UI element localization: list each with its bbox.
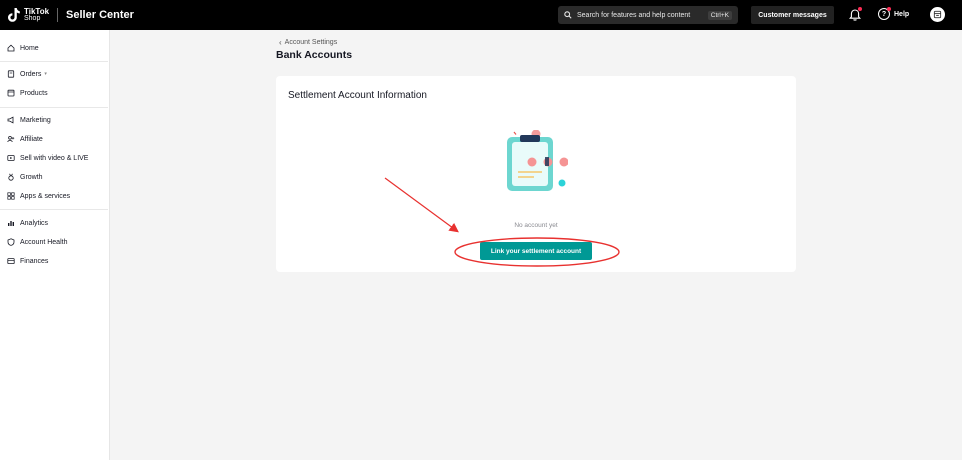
empty-state-text: No account yet <box>514 222 558 229</box>
sidebar-item-account-health[interactable]: Account Health <box>7 235 67 249</box>
settlement-account-card: Settlement Account Information No accoun… <box>276 76 796 272</box>
sidebar-item-label: Finances <box>20 257 49 265</box>
sidebar-item-label: Sell with video & LIVE <box>20 154 89 162</box>
search-icon <box>564 11 572 19</box>
top-bar: TikTok Shop Seller Center Search for fea… <box>0 0 962 30</box>
sidebar-divider <box>0 209 108 210</box>
products-icon <box>7 89 15 97</box>
chevron-left-icon: ‹ <box>279 38 282 47</box>
help-notification-dot <box>887 7 891 11</box>
sidebar-item-apps-services[interactable]: Apps & services <box>7 189 70 203</box>
sidebar-divider <box>0 107 108 108</box>
search-input[interactable]: Search for features and help content Ctr… <box>558 6 738 24</box>
tiktok-shop-logo[interactable]: TikTok Shop Seller Center <box>7 6 134 24</box>
video-icon <box>7 154 15 162</box>
page-title: Bank Accounts <box>276 49 353 61</box>
affiliate-icon <box>7 135 15 143</box>
sidebar-item-sell-with-video[interactable]: Sell with video & LIVE <box>7 151 88 165</box>
notification-dot <box>858 7 862 11</box>
shield-icon <box>7 238 15 246</box>
customer-messages-button[interactable]: Customer messages <box>751 6 834 24</box>
medal-icon <box>7 173 15 181</box>
sidebar-item-label: Growth <box>20 173 43 181</box>
sidebar-item-label: Analytics <box>20 219 49 227</box>
breadcrumb[interactable]: ‹ Account Settings <box>279 38 337 47</box>
clipboard-illustration <box>507 130 568 191</box>
store-icon <box>933 10 942 19</box>
store-avatar[interactable] <box>930 7 945 22</box>
sidebar-item-home[interactable]: Home <box>7 41 39 55</box>
help-label: Help <box>894 10 910 18</box>
search-placeholder: Search for features and help content <box>577 11 691 19</box>
home-icon <box>7 44 15 52</box>
sidebar-item-label: Marketing <box>20 116 51 124</box>
help-button[interactable]: ? Help <box>878 7 910 20</box>
help-icon: ? <box>878 7 891 20</box>
app-title: Seller Center <box>66 9 134 21</box>
sidebar-item-marketing[interactable]: Marketing <box>7 113 51 127</box>
sidebar-item-label: Orders <box>20 70 42 78</box>
breadcrumb-label: Account Settings <box>284 39 338 46</box>
sidebar-item-label: Affiliate <box>20 135 43 143</box>
logo-divider <box>57 8 59 22</box>
sidebar-item-label: Products <box>20 89 48 97</box>
sidebar-item-label: Home <box>20 44 39 52</box>
card-title: Settlement Account Information <box>288 90 427 101</box>
sidebar-item-label: Account Health <box>20 238 68 246</box>
sidebar-item-analytics[interactable]: Analytics <box>7 216 48 230</box>
orders-icon <box>7 70 15 78</box>
search-shortcut: Ctrl+K <box>707 10 732 20</box>
logo-line2: Shop <box>24 15 41 22</box>
sidebar-item-finances[interactable]: Finances <box>7 254 48 268</box>
sidebar: Home Orders ▾ Products Marketing Affilia… <box>0 30 110 460</box>
sidebar-item-products[interactable]: Products <box>7 86 48 100</box>
tiktok-logo-icon <box>8 8 20 22</box>
sidebar-divider <box>0 61 108 62</box>
analytics-icon <box>7 219 15 227</box>
sidebar-item-growth[interactable]: Growth <box>7 170 43 184</box>
logo-line1: TikTok <box>24 7 50 16</box>
chevron-down-icon: ▾ <box>44 71 47 77</box>
wallet-icon <box>7 257 15 265</box>
sidebar-item-orders[interactable]: Orders ▾ <box>7 67 47 81</box>
link-settlement-account-button[interactable]: Link your settlement account <box>480 242 592 260</box>
megaphone-icon <box>7 116 15 124</box>
sidebar-item-affiliate[interactable]: Affiliate <box>7 132 43 146</box>
apps-icon <box>7 192 15 200</box>
sidebar-item-label: Apps & services <box>20 192 71 200</box>
